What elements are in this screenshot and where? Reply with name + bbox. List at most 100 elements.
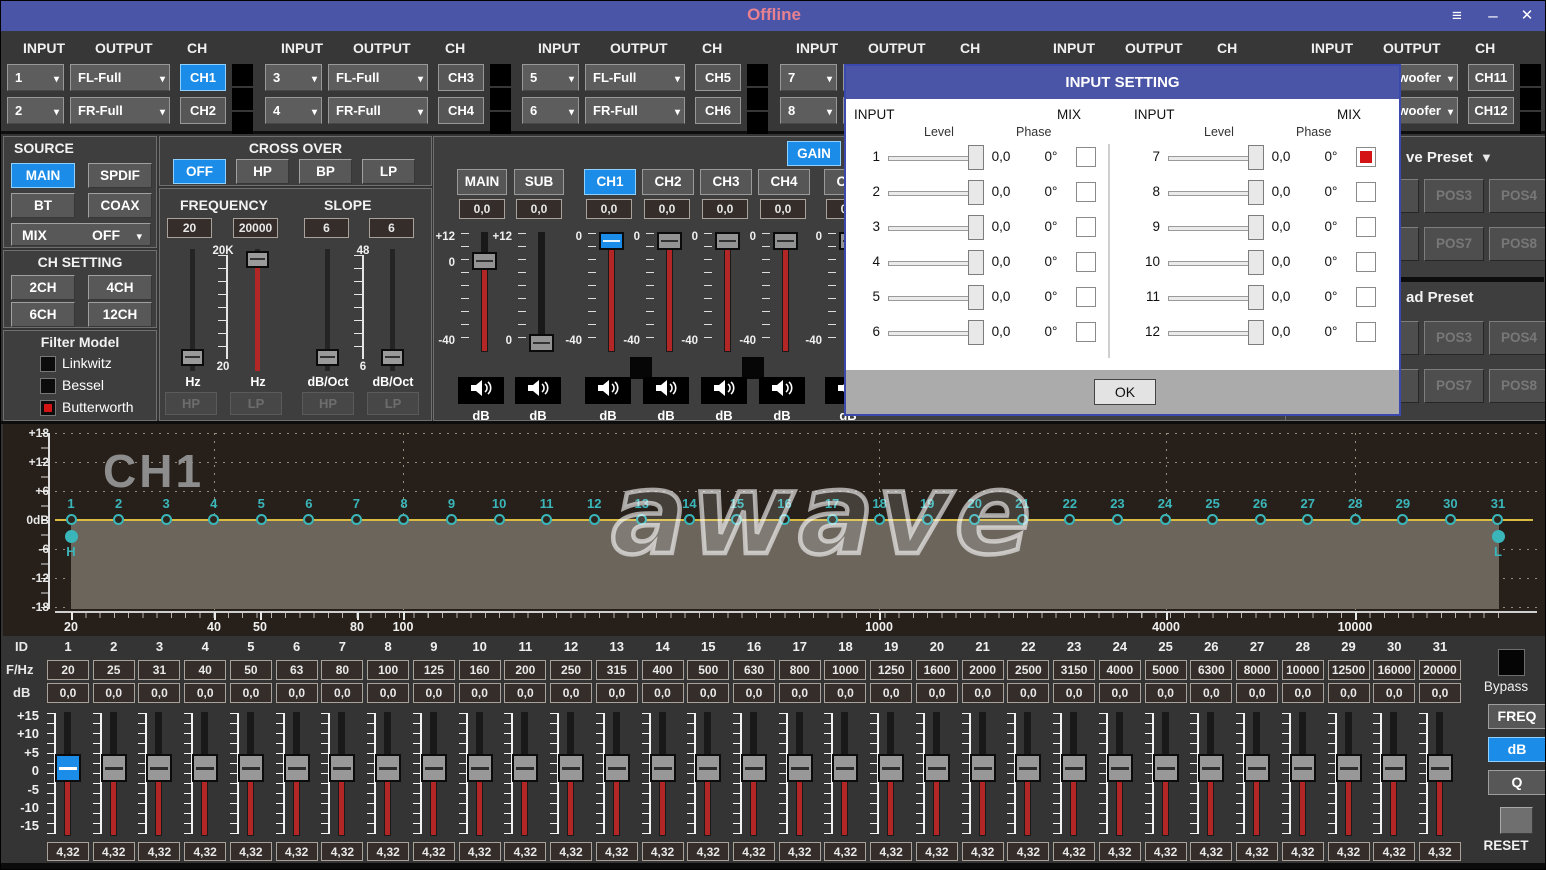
- band-point[interactable]: [1017, 514, 1028, 525]
- reset-button[interactable]: [1500, 807, 1533, 834]
- output-select[interactable]: FR-Full▾: [585, 97, 685, 124]
- db-button[interactable]: dB: [1488, 737, 1546, 762]
- band-point[interactable]: [684, 514, 695, 525]
- mix-checkbox[interactable]: [1356, 217, 1376, 237]
- fader-thumb[interactable]: [329, 754, 355, 782]
- mix-checkbox[interactable]: [1356, 322, 1376, 342]
- crossover-off-button[interactable]: OFF: [173, 159, 226, 184]
- band-frequency[interactable]: 12500: [1328, 660, 1370, 680]
- band-point[interactable]: [589, 514, 600, 525]
- bypass-checkbox[interactable]: [1498, 649, 1525, 676]
- save-preset-pos-button[interactable]: POS7: [1424, 227, 1484, 261]
- crossover-hp-button[interactable]: HP: [236, 159, 289, 184]
- input-select[interactable]: 4▾: [265, 97, 322, 124]
- save-preset-pos-button[interactable]: POS3: [1424, 179, 1484, 213]
- band-frequency[interactable]: 3150: [1053, 660, 1095, 680]
- xo-lp-disabled-button[interactable]: LP: [230, 392, 282, 415]
- band-frequency[interactable]: 4000: [1099, 660, 1141, 680]
- band-point[interactable]: [1445, 514, 1456, 525]
- band-gain[interactable]: 0,0: [550, 683, 592, 703]
- channel-button[interactable]: CH4: [438, 97, 484, 124]
- xo-hp-disabled-button[interactable]: HP: [302, 392, 354, 415]
- menu-icon[interactable]: ≡: [1443, 4, 1471, 28]
- band-frequency[interactable]: 1600: [916, 660, 958, 680]
- xo-value-input[interactable]: 6: [369, 218, 414, 238]
- gain-slider-thumb[interactable]: [529, 334, 554, 352]
- fader-thumb[interactable]: [1198, 754, 1224, 782]
- gain-button[interactable]: GAIN: [787, 141, 841, 166]
- level-slider-thumb[interactable]: [1248, 145, 1264, 170]
- channel-button[interactable]: CH1: [180, 64, 226, 91]
- band-frequency[interactable]: 315: [596, 660, 638, 680]
- input-select[interactable]: 7▾: [780, 64, 837, 91]
- band-frequency[interactable]: 800: [779, 660, 821, 680]
- xo-slider-thumb[interactable]: [316, 349, 339, 366]
- input-select[interactable]: 8▾: [780, 97, 837, 124]
- band-gain[interactable]: 0,0: [1419, 683, 1461, 703]
- band-gain[interactable]: 0,0: [1236, 683, 1278, 703]
- fader-thumb[interactable]: [192, 754, 218, 782]
- band-gain[interactable]: 0,0: [1099, 683, 1141, 703]
- crossover-bp-button[interactable]: BP: [299, 159, 352, 184]
- input-select[interactable]: 6▾: [522, 97, 579, 124]
- gain-channel-button[interactable]: SUB: [514, 169, 564, 195]
- band-frequency[interactable]: 5000: [1145, 660, 1187, 680]
- channel-button[interactable]: CH5: [695, 64, 741, 91]
- xo-value-input[interactable]: 20: [167, 218, 212, 238]
- filter-bessel-checkbox[interactable]: [40, 378, 56, 394]
- gain-slider-thumb[interactable]: [773, 232, 798, 250]
- q-button[interactable]: Q: [1488, 770, 1546, 795]
- xo-slider-thumb[interactable]: [381, 349, 404, 366]
- fader-thumb[interactable]: [741, 754, 767, 782]
- band-frequency[interactable]: 20000: [1419, 660, 1461, 680]
- band-point[interactable]: [1112, 514, 1123, 525]
- fader-thumb[interactable]: [970, 754, 996, 782]
- fader-thumb[interactable]: [467, 754, 493, 782]
- xo-value-input[interactable]: 20000: [233, 218, 278, 238]
- output-select[interactable]: FL-Full▾: [585, 64, 685, 91]
- band-frequency[interactable]: 200: [504, 660, 546, 680]
- band-gain[interactable]: 0,0: [1190, 683, 1232, 703]
- band-gain[interactable]: 0,0: [138, 683, 180, 703]
- mix-checkbox[interactable]: [1076, 322, 1096, 342]
- load-preset-pos-button[interactable]: POS7: [1424, 369, 1484, 403]
- level-slider-thumb[interactable]: [1248, 250, 1264, 275]
- band-gain[interactable]: 0,0: [47, 683, 89, 703]
- band-frequency[interactable]: 6300: [1190, 660, 1232, 680]
- band-gain[interactable]: 0,0: [733, 683, 775, 703]
- mix-checkbox[interactable]: [1356, 287, 1376, 307]
- band-frequency[interactable]: 50: [230, 660, 272, 680]
- band-frequency[interactable]: 2500: [1007, 660, 1049, 680]
- mix-checkbox[interactable]: [1356, 147, 1376, 167]
- fader-thumb[interactable]: [238, 754, 264, 782]
- fader-thumb[interactable]: [1153, 754, 1179, 782]
- level-slider-thumb[interactable]: [968, 250, 984, 275]
- band-frequency[interactable]: 31: [138, 660, 180, 680]
- output-select[interactable]: FL-Full▾: [328, 64, 428, 91]
- band-gain[interactable]: 0,0: [413, 683, 455, 703]
- mix-checkbox[interactable]: [1076, 182, 1096, 202]
- band-point[interactable]: [256, 514, 267, 525]
- band-frequency[interactable]: 630: [733, 660, 775, 680]
- band-gain[interactable]: 0,0: [687, 683, 729, 703]
- band-gain[interactable]: 0,0: [230, 683, 272, 703]
- band-frequency[interactable]: 16000: [1373, 660, 1415, 680]
- band-gain[interactable]: 0,0: [276, 683, 318, 703]
- band-gain[interactable]: 0,0: [962, 683, 1004, 703]
- band-gain[interactable]: 0,0: [367, 683, 409, 703]
- mix-checkbox[interactable]: [1356, 252, 1376, 272]
- fader-thumb[interactable]: [512, 754, 538, 782]
- fader-thumb[interactable]: [650, 754, 676, 782]
- band-gain[interactable]: 0,0: [1373, 683, 1415, 703]
- band-gain[interactable]: 0,0: [1007, 683, 1049, 703]
- fader-thumb[interactable]: [101, 754, 127, 782]
- chsetting-6ch-button[interactable]: 6CH: [11, 302, 75, 327]
- chsetting-4ch-button[interactable]: 4CH: [88, 275, 152, 300]
- chevron-down-icon[interactable]: ▼: [1480, 150, 1493, 165]
- level-slider-thumb[interactable]: [1248, 215, 1264, 240]
- load-preset-pos-button[interactable]: POS3: [1424, 321, 1484, 355]
- input-select[interactable]: 5▾: [522, 64, 579, 91]
- level-slider-thumb[interactable]: [1248, 320, 1264, 345]
- band-frequency[interactable]: 1000: [824, 660, 866, 680]
- mix-checkbox[interactable]: [1076, 252, 1096, 272]
